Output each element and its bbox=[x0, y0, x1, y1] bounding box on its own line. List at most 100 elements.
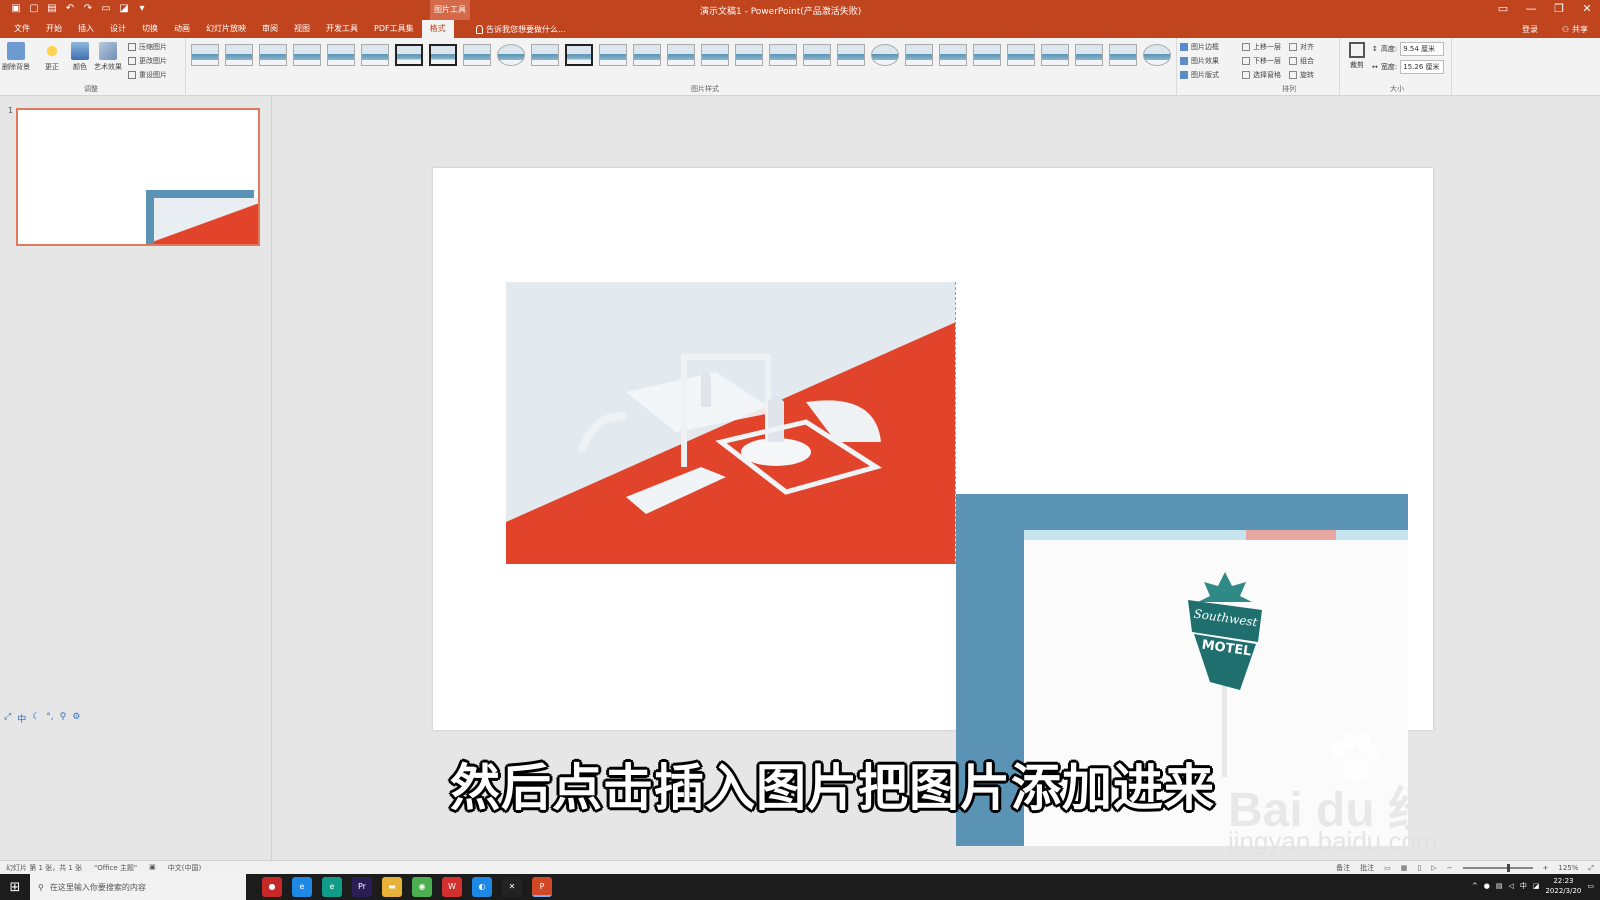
tab-2[interactable]: 插入 bbox=[70, 20, 102, 38]
undo-icon[interactable]: ↶ bbox=[64, 3, 76, 15]
picture-style-18[interactable] bbox=[803, 44, 831, 66]
ime-mode[interactable]: 中 bbox=[17, 712, 26, 725]
tell-me-box[interactable]: 告诉我您想要做什么... bbox=[476, 24, 566, 35]
folder-icon[interactable]: ◪ bbox=[118, 3, 130, 15]
premiere-taskbar-icon[interactable]: Pr bbox=[352, 877, 372, 897]
save-icon[interactable]: ▣ bbox=[10, 3, 22, 15]
reading-view-icon[interactable]: ▯ bbox=[1417, 864, 1421, 872]
height-input[interactable]: 9.54 厘米 bbox=[1400, 42, 1445, 56]
ime-user-icon[interactable]: ⚲ bbox=[60, 712, 67, 725]
taskbar-search[interactable]: ⚲ 在这里输入你要搜索的内容 bbox=[30, 874, 246, 900]
action-center-icon[interactable]: ▭ bbox=[1587, 882, 1594, 890]
picture-style-27[interactable] bbox=[1109, 44, 1137, 66]
minimize-icon[interactable]: — bbox=[1524, 2, 1538, 16]
record-taskbar-icon[interactable]: ● bbox=[262, 877, 282, 897]
picture-style-3[interactable] bbox=[293, 44, 321, 66]
slide-thumbnail[interactable] bbox=[16, 108, 260, 246]
ime-expand-icon[interactable]: ⤢ bbox=[4, 712, 11, 725]
spellcheck-icon[interactable]: ▣ bbox=[149, 863, 156, 873]
explorer-taskbar-icon[interactable]: ▬ bbox=[382, 877, 402, 897]
network-icon[interactable]: ▤ bbox=[1496, 882, 1503, 890]
picture-style-23[interactable] bbox=[973, 44, 1001, 66]
picture-effects-button[interactable]: 图片效果 bbox=[1180, 55, 1219, 67]
picture-style-21[interactable] bbox=[905, 44, 933, 66]
microphone-icon[interactable]: ● bbox=[1484, 882, 1490, 890]
ime-settings-icon[interactable]: ⚙ bbox=[72, 712, 80, 725]
picture-style-6[interactable] bbox=[395, 44, 423, 66]
tab-11[interactable]: 格式 bbox=[421, 20, 454, 38]
picture-style-16[interactable] bbox=[735, 44, 763, 66]
chrome-taskbar-icon[interactable]: ◉ bbox=[412, 877, 432, 897]
edge-taskbar-icon[interactable]: e bbox=[292, 877, 312, 897]
share-button[interactable]: ⚇ 共享 bbox=[1562, 24, 1588, 35]
tab-4[interactable]: 切换 bbox=[134, 20, 166, 38]
notification-icon[interactable]: ◪ bbox=[1533, 882, 1540, 890]
tray-expand-icon[interactable]: ^ bbox=[1472, 882, 1478, 890]
slide-sorter-icon[interactable]: ▦ bbox=[1401, 864, 1408, 872]
language[interactable]: 中文(中国) bbox=[168, 863, 201, 873]
notes-button[interactable]: 备注 bbox=[1336, 863, 1350, 873]
picture-layout-button[interactable]: 图片版式 bbox=[1180, 69, 1219, 81]
tab-0[interactable]: 文件 bbox=[6, 20, 38, 38]
tab-6[interactable]: 幻灯片放映 bbox=[198, 20, 254, 38]
comments-button[interactable]: 批注 bbox=[1360, 863, 1374, 873]
picture-style-8[interactable] bbox=[463, 44, 491, 66]
picture-style-24[interactable] bbox=[1007, 44, 1035, 66]
picture-style-11[interactable] bbox=[565, 44, 593, 66]
punctuation-icon[interactable]: °, bbox=[46, 712, 53, 725]
redo-icon[interactable]: ↷ bbox=[82, 3, 94, 15]
edge-dev-taskbar-icon[interactable]: e bbox=[322, 877, 342, 897]
picture-style-14[interactable] bbox=[667, 44, 695, 66]
picture-style-0[interactable] bbox=[191, 44, 219, 66]
present-icon[interactable]: ▭ bbox=[100, 3, 112, 15]
group-button[interactable]: 组合 bbox=[1289, 55, 1314, 67]
remove-background-button[interactable]: 删除背景 bbox=[2, 42, 30, 72]
picture-style-15[interactable] bbox=[701, 44, 729, 66]
change-picture-button[interactable]: 更改图片 bbox=[128, 55, 167, 67]
rotate-button[interactable]: 旋转 bbox=[1289, 69, 1314, 81]
sign-in-link[interactable]: 登录 bbox=[1522, 24, 1538, 35]
restore-icon[interactable]: ❐ bbox=[1552, 2, 1566, 16]
zoom-slider-knob[interactable] bbox=[1506, 864, 1510, 872]
tab-9[interactable]: 开发工具 bbox=[318, 20, 366, 38]
color-button[interactable]: 颜色 bbox=[66, 42, 94, 72]
picture-style-1[interactable] bbox=[225, 44, 253, 66]
compress-pictures-button[interactable]: 压缩图片 bbox=[128, 41, 167, 53]
picture-style-28[interactable] bbox=[1143, 44, 1171, 66]
slideshow-icon[interactable]: ▷ bbox=[1431, 864, 1436, 872]
tab-5[interactable]: 动画 bbox=[166, 20, 198, 38]
open-icon[interactable]: ▤ bbox=[46, 3, 58, 15]
picture-style-12[interactable] bbox=[599, 44, 627, 66]
send-backward-button[interactable]: 下移一层 bbox=[1242, 55, 1281, 67]
artistic-effects-button[interactable]: 艺术效果 bbox=[94, 42, 122, 72]
wps-taskbar-icon[interactable]: W bbox=[442, 877, 462, 897]
width-input[interactable]: 15.26 厘米 bbox=[1400, 60, 1445, 74]
picture-style-19[interactable] bbox=[837, 44, 865, 66]
tab-3[interactable]: 设计 bbox=[102, 20, 134, 38]
picture-style-13[interactable] bbox=[633, 44, 661, 66]
zoom-slider[interactable] bbox=[1462, 864, 1533, 872]
inserted-picture-red-scene[interactable] bbox=[506, 282, 956, 564]
close-icon[interactable]: ✕ bbox=[1580, 2, 1594, 16]
reset-picture-button[interactable]: 重设图片 bbox=[128, 69, 167, 81]
zoom-out-icon[interactable]: − bbox=[1447, 864, 1453, 872]
tab-1[interactable]: 开始 bbox=[38, 20, 70, 38]
picture-style-9[interactable] bbox=[497, 44, 525, 66]
start-button[interactable]: ⊞ bbox=[0, 874, 30, 900]
moon-icon[interactable]: ☾ bbox=[32, 712, 40, 725]
picture-style-25[interactable] bbox=[1041, 44, 1069, 66]
bring-forward-button[interactable]: 上移一层 bbox=[1242, 41, 1281, 53]
tab-8[interactable]: 视图 bbox=[286, 20, 318, 38]
picture-style-17[interactable] bbox=[769, 44, 797, 66]
picture-style-22[interactable] bbox=[939, 44, 967, 66]
selection-pane-button[interactable]: 选择窗格 bbox=[1242, 69, 1281, 81]
zoom-in-icon[interactable]: + bbox=[1543, 864, 1549, 872]
ime-indicator[interactable]: 中 bbox=[1520, 881, 1527, 891]
align-button[interactable]: 对齐 bbox=[1289, 41, 1314, 53]
volume-icon[interactable]: ◁ bbox=[1508, 882, 1513, 890]
capcut-taskbar-icon[interactable]: ✕ bbox=[502, 877, 522, 897]
clock[interactable]: 22:23 2022/3/20 bbox=[1545, 876, 1581, 896]
ribbon-display-options-icon[interactable]: ▭ bbox=[1496, 2, 1510, 16]
picture-style-5[interactable] bbox=[361, 44, 389, 66]
customize-qat-icon[interactable]: ▾ bbox=[136, 3, 148, 15]
